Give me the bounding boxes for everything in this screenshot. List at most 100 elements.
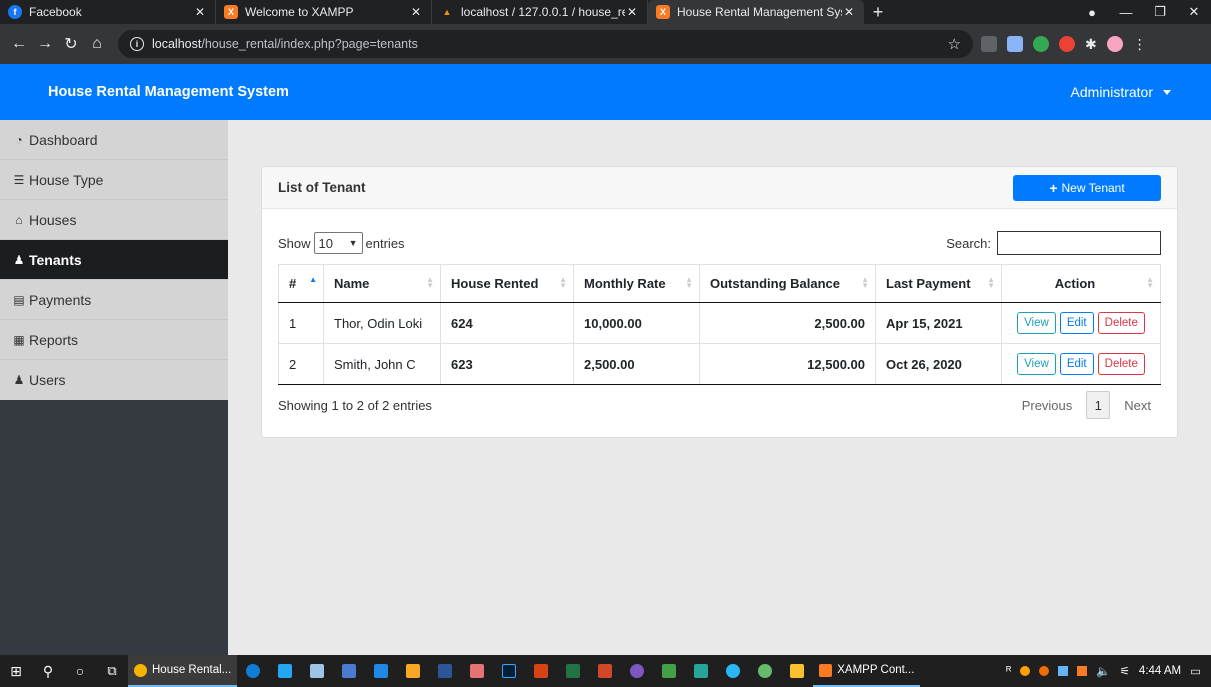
volume-icon[interactable]: 🔈 — [1096, 664, 1110, 678]
previous-page-button[interactable]: Previous — [1012, 398, 1083, 413]
maximize-button[interactable]: ❐ — [1143, 4, 1177, 20]
browser-tab-phpmyadmin[interactable]: ▲ localhost / 127.0.0.1 / house_rent ✕ — [432, 0, 648, 24]
close-icon[interactable]: ✕ — [409, 5, 423, 19]
app-icon[interactable] — [365, 655, 397, 687]
sidebar-item-house-type[interactable]: ☰ House Type — [0, 160, 228, 200]
column-header-number[interactable]: # ▲ — [278, 264, 324, 303]
app-icon[interactable] — [525, 655, 557, 687]
avatar[interactable] — [1106, 36, 1123, 52]
vscode-icon[interactable] — [269, 655, 301, 687]
taskbar-app-chrome[interactable]: House Rental... — [128, 655, 238, 687]
edge-icon[interactable] — [237, 655, 269, 687]
extension-icon[interactable] — [981, 36, 997, 52]
search-icon[interactable]: ⚲ — [32, 655, 64, 687]
table-info: Showing 1 to 2 of 2 entries — [278, 397, 432, 413]
sidebar-item-payments[interactable]: ▤ Payments — [0, 280, 228, 320]
forward-button[interactable]: → — [32, 35, 58, 53]
sidebar-item-users[interactable]: ♟ Users — [0, 360, 228, 400]
notepad-icon[interactable] — [301, 655, 333, 687]
column-header-house-rented[interactable]: House Rented ▲ ▼ — [440, 264, 574, 303]
sidebar-item-reports[interactable]: ▦ Reports — [0, 320, 228, 360]
app-icon[interactable] — [461, 655, 493, 687]
caret-down-icon — [1163, 89, 1171, 95]
extension-icon[interactable] — [1059, 36, 1075, 52]
view-button[interactable]: View — [1017, 353, 1056, 375]
extension-icon[interactable] — [1007, 36, 1023, 52]
column-header-outstanding-balance[interactable]: Outstanding Balance ▲ ▼ — [699, 264, 876, 303]
bookmark-star-icon[interactable]: ☆ — [948, 35, 961, 53]
edit-button[interactable]: Edit — [1059, 353, 1094, 375]
home-button[interactable]: ⌂ — [84, 35, 110, 53]
page-length-select[interactable]: 10 ▼ — [313, 232, 363, 254]
browser-tab-facebook[interactable]: f Facebook ✕ — [0, 0, 216, 24]
tray-app-icon[interactable] — [1020, 666, 1031, 676]
view-button[interactable]: View — [1017, 312, 1056, 334]
tray-app-icon[interactable] — [1077, 666, 1088, 676]
tray-app-icon[interactable] — [1058, 666, 1069, 676]
extension-icon[interactable] — [1033, 36, 1049, 52]
back-button[interactable]: ← — [6, 35, 32, 53]
search-label: Search: — [946, 235, 991, 251]
app-icon[interactable] — [621, 655, 653, 687]
column-header-last-payment[interactable]: Last Payment ▲ ▼ — [875, 264, 1002, 303]
close-icon[interactable]: ✕ — [842, 5, 856, 19]
powerpoint-icon[interactable] — [589, 655, 621, 687]
browser-tab-house-rental[interactable]: X House Rental Management Syste ✕ — [648, 0, 864, 24]
phpmyadmin-icon: ▲ — [442, 7, 452, 17]
clock[interactable]: 4:44 AM — [1139, 665, 1181, 677]
user-name: Administrator — [1070, 84, 1153, 100]
next-page-button[interactable]: Next — [1114, 398, 1161, 413]
close-window-button[interactable]: ✕ — [1177, 4, 1211, 20]
profile-icon[interactable]: ● — [1075, 5, 1109, 20]
column-header-action[interactable]: Action ▲ ▼ — [1001, 264, 1161, 303]
app-brand[interactable]: House Rental Management System — [48, 84, 289, 100]
browser-tab-xampp[interactable]: X Welcome to XAMPP ✕ — [216, 0, 432, 24]
taskbar-app-xampp[interactable]: XAMPP Cont... — [813, 655, 921, 687]
delete-button[interactable]: Delete — [1097, 312, 1145, 334]
kebab-menu-icon[interactable]: ⋮ — [1133, 36, 1147, 53]
excel-icon[interactable] — [557, 655, 589, 687]
address-bar[interactable]: i localhost/house_rental/index.php?page=… — [118, 30, 973, 58]
new-tenant-button[interactable]: + New Tenant — [1013, 174, 1161, 201]
sidebar-item-houses[interactable]: ⌂ Houses — [0, 200, 228, 240]
app-icon[interactable] — [397, 655, 429, 687]
users-icon: ♟ — [13, 252, 25, 267]
file-explorer-icon[interactable] — [781, 655, 813, 687]
app-icon[interactable] — [653, 655, 685, 687]
sidebar-item-dashboard[interactable]: ◔ Dashboard — [0, 120, 228, 160]
page-1-button[interactable]: 1 — [1086, 391, 1111, 419]
file-invoice-icon: ▤ — [13, 292, 25, 307]
people-icon[interactable]: ᴿ — [1006, 665, 1011, 677]
sidebar-filler — [0, 400, 228, 655]
user-menu[interactable]: Administrator — [1071, 84, 1171, 100]
system-tray: ᴿ 🔈 ⚟ 4:44 AM ▭ — [1006, 664, 1211, 678]
word-icon[interactable] — [429, 655, 461, 687]
app-icon[interactable] — [685, 655, 717, 687]
reload-button[interactable]: ↻ — [58, 34, 84, 54]
photoshop-icon[interactable] — [493, 655, 525, 687]
new-tab-button[interactable]: + — [864, 0, 892, 24]
minimize-button[interactable]: — — [1109, 5, 1143, 20]
info-icon[interactable]: i — [130, 37, 144, 51]
sidebar-item-tenants[interactable]: ♟ Tenants — [0, 240, 228, 280]
network-icon[interactable]: ⚟ — [1120, 664, 1130, 678]
column-header-monthly-rate[interactable]: Monthly Rate ▲ ▼ — [573, 264, 700, 303]
app-icon[interactable] — [333, 655, 365, 687]
search-input[interactable] — [997, 231, 1161, 255]
task-view-icon[interactable]: ⧉ — [96, 655, 128, 687]
cortana-icon[interactable]: ○ — [64, 655, 96, 687]
windows-start-icon[interactable]: ⊞ — [0, 655, 32, 687]
app-icon[interactable] — [717, 655, 749, 687]
close-icon[interactable]: ✕ — [193, 5, 207, 19]
tray-app-icon[interactable] — [1039, 666, 1050, 676]
list-alt-icon: ▦ — [13, 332, 25, 347]
column-header-name[interactable]: Name ▲ ▼ — [323, 264, 441, 303]
delete-button[interactable]: Delete — [1097, 353, 1145, 375]
puzzle-icon[interactable]: ✱ — [1085, 36, 1097, 53]
close-icon[interactable]: ✕ — [625, 5, 639, 19]
cell-rate: 10,000.00 — [573, 302, 700, 344]
edit-button[interactable]: Edit — [1059, 312, 1094, 334]
card-header: List of Tenant + New Tenant — [262, 167, 1177, 209]
notification-icon[interactable]: ▭ — [1190, 664, 1201, 678]
app-icon[interactable] — [749, 655, 781, 687]
